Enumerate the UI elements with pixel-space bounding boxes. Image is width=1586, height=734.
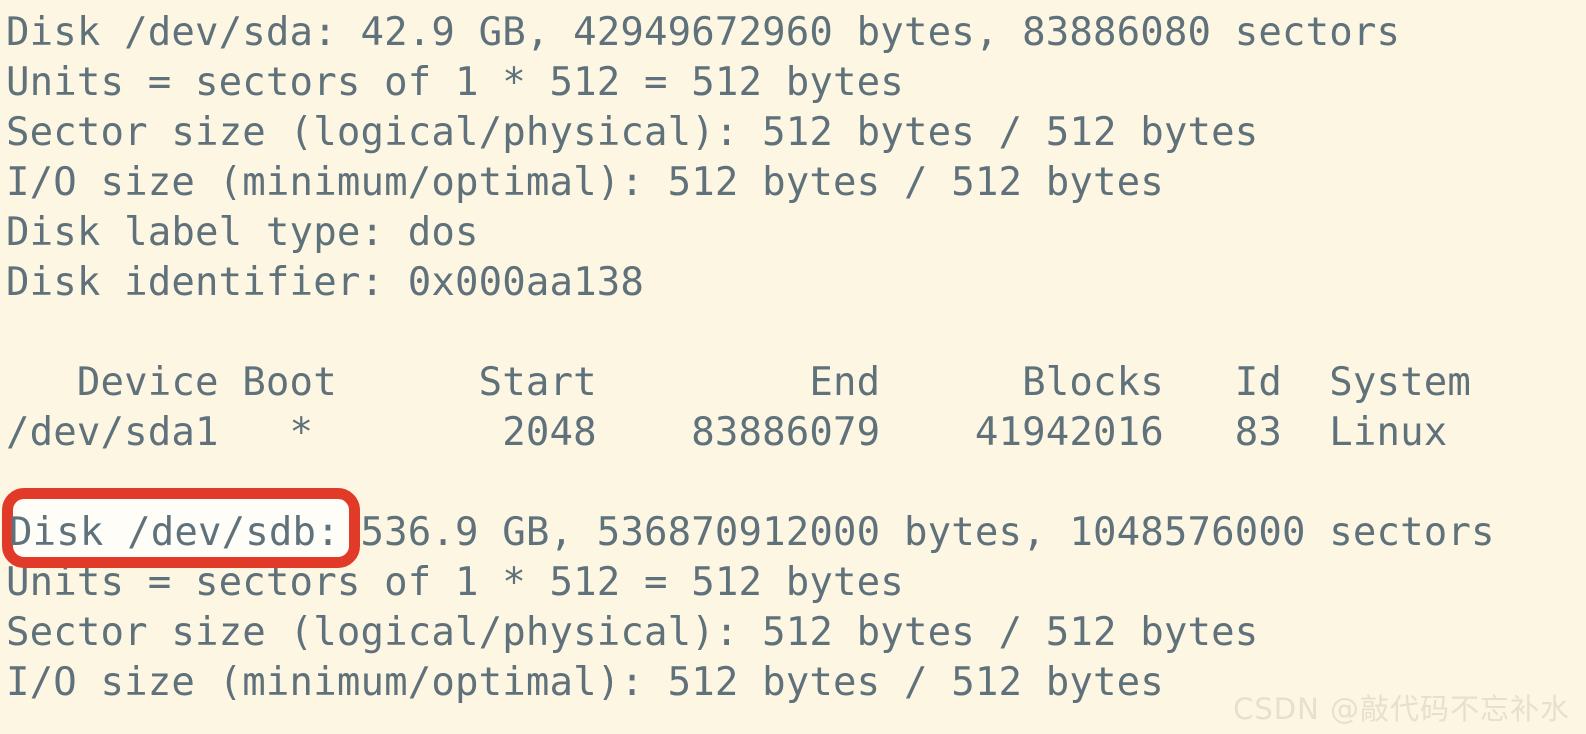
output-line-sda-io-size: I/O size (minimum/optimal): 512 bytes / … <box>6 160 1164 205</box>
output-line-blank-2 <box>6 458 1495 508</box>
output-line-sda-disk-label-type: Disk label type: dos <box>6 210 479 255</box>
output-line-sda-units: Units = sectors of 1 * 512 = 512 bytes <box>6 60 904 105</box>
csdn-watermark: CSDN @敲代码不忘补水 <box>1233 692 1570 726</box>
terminal-output-pane: Disk /dev/sda: 42.9 GB, 42949672960 byte… <box>0 0 1586 734</box>
fdisk-output-text: Disk /dev/sda: 42.9 GB, 42949672960 byte… <box>6 8 1495 708</box>
partition-table-row-sda1: /dev/sda1 * 2048 83886079 41942016 83 Li… <box>6 410 1448 455</box>
output-line-blank-1 <box>6 308 1495 358</box>
output-line-sdb-sector-size: Sector size (logical/physical): 512 byte… <box>6 610 1259 655</box>
output-line-sda-disk-identifier: Disk identifier: 0x000aa138 <box>6 260 645 305</box>
output-line-disk-sdb-header: Disk /dev/sdb: 536.9 GB, 536870912000 by… <box>6 510 1495 555</box>
output-line-sda-sector-size: Sector size (logical/physical): 512 byte… <box>6 110 1259 155</box>
output-line-sdb-units: Units = sectors of 1 * 512 = 512 bytes <box>6 560 904 605</box>
output-line-disk-sda-header: Disk /dev/sda: 42.9 GB, 42949672960 byte… <box>6 10 1401 55</box>
partition-table-header-row: Device Boot Start End Blocks Id System <box>6 360 1472 405</box>
